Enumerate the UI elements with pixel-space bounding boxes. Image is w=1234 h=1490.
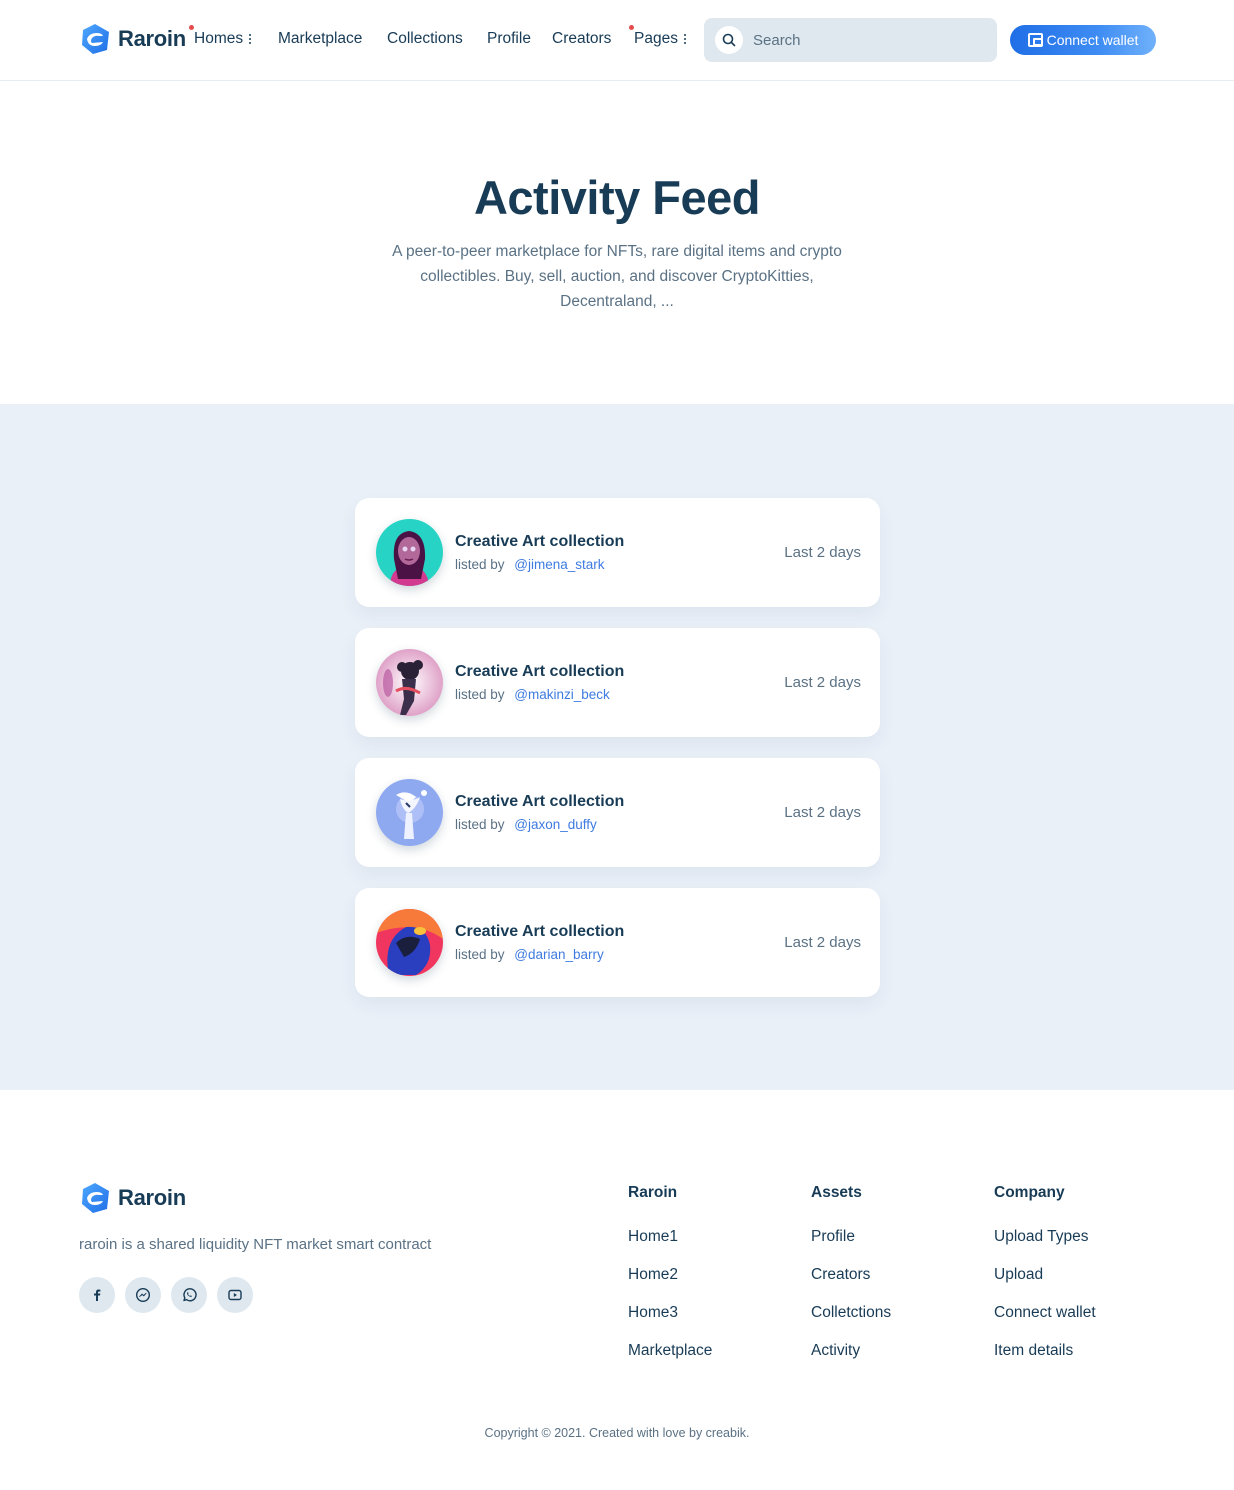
listed-by-label: listed by — [455, 687, 505, 702]
footer-column-title: Raroin — [628, 1184, 678, 1201]
nav-collections[interactable]: Collections — [387, 30, 463, 48]
nav-marketplace[interactable]: Marketplace — [278, 30, 362, 48]
listed-by-label: listed by — [455, 557, 505, 572]
activity-card[interactable]: Creative Art collection listed by @jaxon… — [355, 758, 880, 867]
card-title: Creative Art collection — [455, 663, 625, 680]
connect-wallet-button[interactable]: Connect wallet — [1010, 25, 1156, 55]
raroin-logo-icon — [79, 23, 111, 55]
footer-link[interactable]: Creators — [811, 1266, 870, 1284]
nav-homes-label: Homes — [194, 30, 244, 47]
site-header: Raroin Homes Marketplace Collections Pro… — [0, 0, 1234, 81]
card-meta: listed by @jaxon_duffy — [455, 817, 597, 832]
user-link[interactable]: @jaxon_duffy — [514, 817, 597, 832]
user-link[interactable]: @jimena_stark — [514, 557, 604, 572]
card-meta: listed by @makinzi_beck — [455, 687, 610, 702]
activity-card[interactable]: Creative Art collection listed by @daria… — [355, 888, 880, 997]
footer-link[interactable]: Marketplace — [628, 1342, 712, 1360]
search-icon[interactable] — [715, 26, 743, 54]
page-subtitle: A peer-to-peer marketplace for NFTs, rar… — [392, 243, 842, 310]
card-time: Last 2 days — [784, 804, 861, 821]
nav-creators-label: Creators — [552, 30, 612, 47]
youtube-icon[interactable] — [217, 1277, 253, 1313]
card-meta: listed by @darian_barry — [455, 947, 604, 962]
card-time: Last 2 days — [784, 674, 861, 691]
user-link[interactable]: @darian_barry — [514, 947, 604, 962]
footer-link[interactable]: Connect wallet — [994, 1304, 1096, 1322]
brand-name: Raroin — [118, 26, 186, 51]
footer-column-title: Assets — [811, 1184, 862, 1201]
nav-profile-label: Profile — [487, 30, 531, 47]
nav-homes[interactable]: Homes — [189, 25, 252, 48]
search-bar — [704, 18, 997, 62]
brand-logo[interactable]: Raroin — [79, 23, 186, 55]
messenger-icon[interactable] — [125, 1277, 161, 1313]
footer-column-assets: Assets Profile Creators Colletctions Act… — [811, 1184, 891, 1359]
card-time: Last 2 days — [784, 934, 861, 951]
nav-marketplace-label: Marketplace — [278, 30, 363, 47]
connect-wallet-label: Connect wallet — [1046, 32, 1139, 48]
activity-card[interactable]: Creative Art collection listed by @jimen… — [355, 498, 880, 607]
footer-column-company: Company Upload Types Upload Connect wall… — [994, 1184, 1096, 1359]
nav-pages-label: Pages — [634, 30, 678, 47]
activity-feed: Creative Art collection listed by @jimen… — [0, 404, 1234, 1090]
more-vertical-icon — [249, 32, 252, 46]
nav-profile[interactable]: Profile — [487, 30, 531, 48]
footer-column-title: Company — [994, 1184, 1065, 1201]
card-title: Creative Art collection — [455, 793, 625, 810]
footer-link[interactable]: Upload Types — [994, 1228, 1089, 1246]
social-links — [79, 1277, 263, 1313]
avatar — [376, 909, 443, 976]
whatsapp-icon[interactable] — [171, 1277, 207, 1313]
footer-link[interactable]: Upload — [994, 1266, 1043, 1284]
card-title: Creative Art collection — [455, 923, 625, 940]
facebook-icon[interactable] — [79, 1277, 115, 1313]
notification-dot — [189, 25, 194, 30]
listed-by-label: listed by — [455, 947, 505, 962]
footer-brand-name: Raroin — [118, 1185, 186, 1210]
footer-logo[interactable]: Raroin — [79, 1182, 186, 1214]
card-meta: listed by @jimena_stark — [455, 557, 605, 572]
footer-link[interactable]: Home1 — [628, 1228, 678, 1246]
page-title: Activity Feed — [473, 171, 761, 224]
card-time: Last 2 days — [784, 544, 861, 561]
raroin-logo-icon — [79, 1182, 111, 1214]
nav-collections-label: Collections — [387, 30, 463, 47]
footer-link[interactable]: Profile — [811, 1228, 855, 1246]
avatar — [376, 779, 443, 846]
wallet-icon — [1027, 33, 1043, 47]
footer-link[interactable]: Item details — [994, 1342, 1073, 1360]
search-input[interactable] — [753, 31, 973, 49]
footer-column-raroin: Raroin Home1 Home2 Home3 Marketplace — [628, 1184, 712, 1359]
activity-card[interactable]: Creative Art collection listed by @makin… — [355, 628, 880, 737]
footer-link[interactable]: Home2 — [628, 1266, 678, 1284]
listed-by-label: listed by — [455, 817, 505, 832]
avatar — [376, 519, 443, 586]
footer-link[interactable]: Colletctions — [811, 1304, 891, 1322]
copyright-text: Copyright © 2021. Created with love by c… — [484, 1426, 750, 1440]
avatar — [376, 649, 443, 716]
footer-description: raroin is a shared liquidity NFT market … — [79, 1236, 432, 1253]
notification-dot — [629, 25, 634, 30]
more-vertical-icon — [683, 32, 687, 46]
user-link[interactable]: @makinzi_beck — [514, 687, 610, 702]
card-title: Creative Art collection — [455, 533, 625, 550]
footer-link[interactable]: Activity — [811, 1342, 860, 1360]
nav-creators[interactable]: Creators — [552, 30, 611, 48]
nav-pages[interactable]: Pages — [629, 25, 687, 48]
footer-link[interactable]: Home3 — [628, 1304, 678, 1322]
